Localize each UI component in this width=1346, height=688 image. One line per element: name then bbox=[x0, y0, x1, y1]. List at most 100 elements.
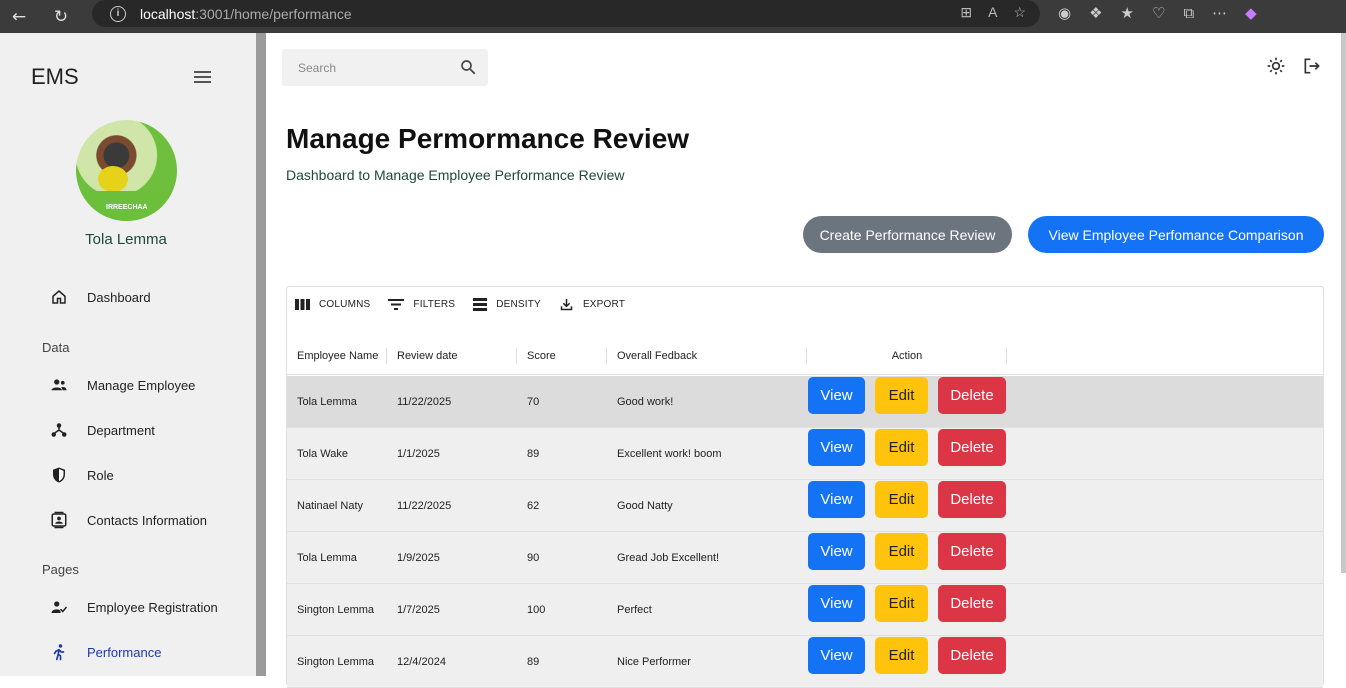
grid-toolbar: COLUMNS FILTERS DENSITY EXPORT bbox=[295, 297, 625, 312]
cell-employee-name: Sington Lemma bbox=[297, 604, 375, 616]
table-row[interactable]: Tola Lemma 1/9/2025 90 Gread Job Excellent!… bbox=[287, 532, 1323, 584]
page-title: Manage Permormance Review bbox=[286, 123, 690, 154]
table-row[interactable]: Sington Lemma 1/7/2025 100 Perfect View Edit D… bbox=[287, 584, 1323, 636]
theme-toggle-sun-icon[interactable] bbox=[1266, 56, 1286, 80]
collections-icon[interactable]: ⧉ bbox=[1183, 4, 1194, 22]
cell-score: 62 bbox=[527, 500, 540, 512]
delete-button[interactable]: Delete bbox=[938, 585, 1006, 622]
main-content: Search Manage Permormance Review Dashboa… bbox=[266, 33, 1346, 688]
browser-health-icon[interactable]: ♡ bbox=[1152, 4, 1165, 22]
shield-icon bbox=[48, 464, 70, 486]
cell-employee-name: Sington Lemma bbox=[297, 656, 375, 668]
edit-button[interactable]: Edit bbox=[875, 429, 928, 466]
cell-score: 90 bbox=[527, 552, 540, 564]
sidebar-item-role[interactable]: Role bbox=[48, 464, 114, 486]
person-check-icon bbox=[48, 596, 70, 618]
cell-review-date: 12/4/2024 bbox=[397, 656, 446, 668]
logout-icon[interactable] bbox=[1302, 56, 1322, 80]
density-label: DENSITY bbox=[496, 299, 541, 310]
export-button[interactable]: EXPORT bbox=[559, 297, 625, 312]
runner-icon bbox=[48, 641, 70, 663]
sidebar-item-employee-registration[interactable]: Employee Registration bbox=[48, 596, 218, 618]
delete-button[interactable]: Delete bbox=[938, 429, 1006, 466]
search-input[interactable]: Search bbox=[282, 49, 488, 86]
column-header-score[interactable]: Score bbox=[517, 337, 607, 375]
view-button[interactable]: View bbox=[808, 481, 865, 518]
copilot-icon[interactable]: ◆ bbox=[1245, 4, 1257, 22]
site-info-icon[interactable]: i bbox=[110, 5, 126, 22]
delete-button[interactable]: Delete bbox=[938, 637, 1006, 674]
delete-button[interactable]: Delete bbox=[938, 377, 1006, 414]
cell-score: 100 bbox=[527, 604, 546, 616]
favorite-star-icon[interactable]: ☆ bbox=[1013, 4, 1026, 21]
view-comparison-button[interactable]: View Employee Perfomance Comparison bbox=[1028, 216, 1324, 253]
cell-feedback: Good Natty bbox=[617, 500, 673, 512]
filters-button[interactable]: FILTERS bbox=[388, 297, 455, 312]
back-icon[interactable]: ← bbox=[8, 6, 30, 28]
cell-feedback: Excellent work! boom bbox=[617, 448, 722, 460]
export-label: EXPORT bbox=[582, 299, 626, 310]
view-button[interactable]: View bbox=[808, 429, 865, 466]
sidebar-item-department[interactable]: Department bbox=[48, 419, 155, 441]
address-bar[interactable]: i localhost:3001/home/performance ⊞ A ☆ bbox=[92, 0, 1040, 27]
section-data: Data bbox=[42, 340, 70, 355]
edit-button[interactable]: Edit bbox=[875, 377, 928, 414]
column-header-feedback[interactable]: Overall Fedback bbox=[607, 337, 807, 375]
cell-feedback: Perfect bbox=[617, 604, 652, 616]
columns-button[interactable]: COLUMNS bbox=[295, 297, 370, 312]
columns-label: COLUMNS bbox=[319, 299, 371, 310]
search-icon[interactable] bbox=[459, 58, 477, 79]
sidebar-item-manage-employee[interactable]: Manage Employee bbox=[48, 374, 195, 396]
brand-title: EMS bbox=[31, 64, 79, 89]
read-aloud-icon[interactable]: A bbox=[988, 4, 997, 21]
cell-review-date: 1/1/2025 bbox=[397, 448, 440, 460]
cell-employee-name: Tola Wake bbox=[297, 448, 348, 460]
globe-icon[interactable]: ◉ bbox=[1058, 4, 1071, 22]
refresh-icon[interactable]: ↻ bbox=[50, 6, 72, 28]
cell-feedback: Gread Job Excellent! bbox=[617, 552, 720, 564]
column-header-review-date[interactable]: Review date bbox=[387, 337, 517, 375]
sidebar-item-label: Dashboard bbox=[87, 289, 151, 305]
menu-toggle-icon[interactable] bbox=[194, 71, 211, 83]
delete-button[interactable]: Delete bbox=[938, 481, 1006, 518]
density-button[interactable]: DENSITY bbox=[473, 297, 541, 312]
section-pages: Pages bbox=[42, 562, 79, 577]
view-button[interactable]: View bbox=[808, 377, 865, 414]
table-row[interactable]: Natinael Naty 11/22/2025 62 Good Natty View E… bbox=[287, 480, 1323, 532]
edit-button[interactable]: Edit bbox=[875, 533, 928, 570]
favorites-icon[interactable]: ★ bbox=[1121, 4, 1134, 22]
cell-employee-name: Natinael Naty bbox=[297, 500, 364, 512]
view-button[interactable]: View bbox=[808, 533, 865, 570]
edit-button[interactable]: Edit bbox=[875, 637, 928, 674]
edit-button[interactable]: Edit bbox=[875, 585, 928, 622]
sidebar: EMS IRREECHAA Tola Lemma Dashboard Data … bbox=[0, 33, 256, 676]
table-row[interactable]: Tola Lemma 11/22/2025 70 Good work! View Edit… bbox=[287, 376, 1323, 428]
create-performance-review-button[interactable]: Create Performance Review bbox=[803, 216, 1012, 253]
cell-review-date: 11/22/2025 bbox=[397, 500, 452, 512]
page-scrollbar[interactable] bbox=[1341, 33, 1346, 573]
browser-chrome: ← ↻ i localhost:3001/home/performance ⊞ … bbox=[0, 0, 1346, 33]
filter-icon bbox=[388, 299, 405, 310]
extensions-icon[interactable]: ❖ bbox=[1089, 4, 1102, 22]
hierarchy-icon bbox=[48, 419, 70, 441]
column-header-action[interactable]: Action bbox=[807, 337, 1007, 375]
table-row[interactable]: Tola Wake 1/1/2025 89 Excellent work! boom V… bbox=[287, 428, 1323, 480]
sidebar-item-performance[interactable]: Performance bbox=[48, 641, 161, 663]
view-button[interactable]: View bbox=[808, 585, 865, 622]
app-available-icon[interactable]: ⊞ bbox=[960, 4, 972, 21]
cell-review-date: 1/7/2025 bbox=[397, 604, 440, 616]
view-button[interactable]: View bbox=[808, 637, 865, 674]
cell-review-date: 1/9/2025 bbox=[397, 552, 440, 564]
avatar-caption: IRREECHAA bbox=[106, 204, 148, 211]
user-name: Tola Lemma bbox=[85, 231, 167, 248]
density-icon bbox=[473, 298, 488, 311]
table-row[interactable]: Sington Lemma 12/4/2024 89 Nice Performer Vi… bbox=[287, 636, 1323, 688]
edit-button[interactable]: Edit bbox=[875, 481, 928, 518]
filters-label: FILTERS bbox=[413, 299, 456, 310]
more-menu-icon[interactable]: ⋯ bbox=[1212, 4, 1227, 22]
sidebar-item-dashboard[interactable]: Dashboard bbox=[48, 286, 151, 308]
sidebar-item-contacts[interactable]: Contacts Information bbox=[48, 509, 207, 531]
cell-employee-name: Tola Lemma bbox=[297, 396, 357, 408]
delete-button[interactable]: Delete bbox=[938, 533, 1006, 570]
column-header-employee-name[interactable]: Employee Name bbox=[287, 337, 387, 375]
